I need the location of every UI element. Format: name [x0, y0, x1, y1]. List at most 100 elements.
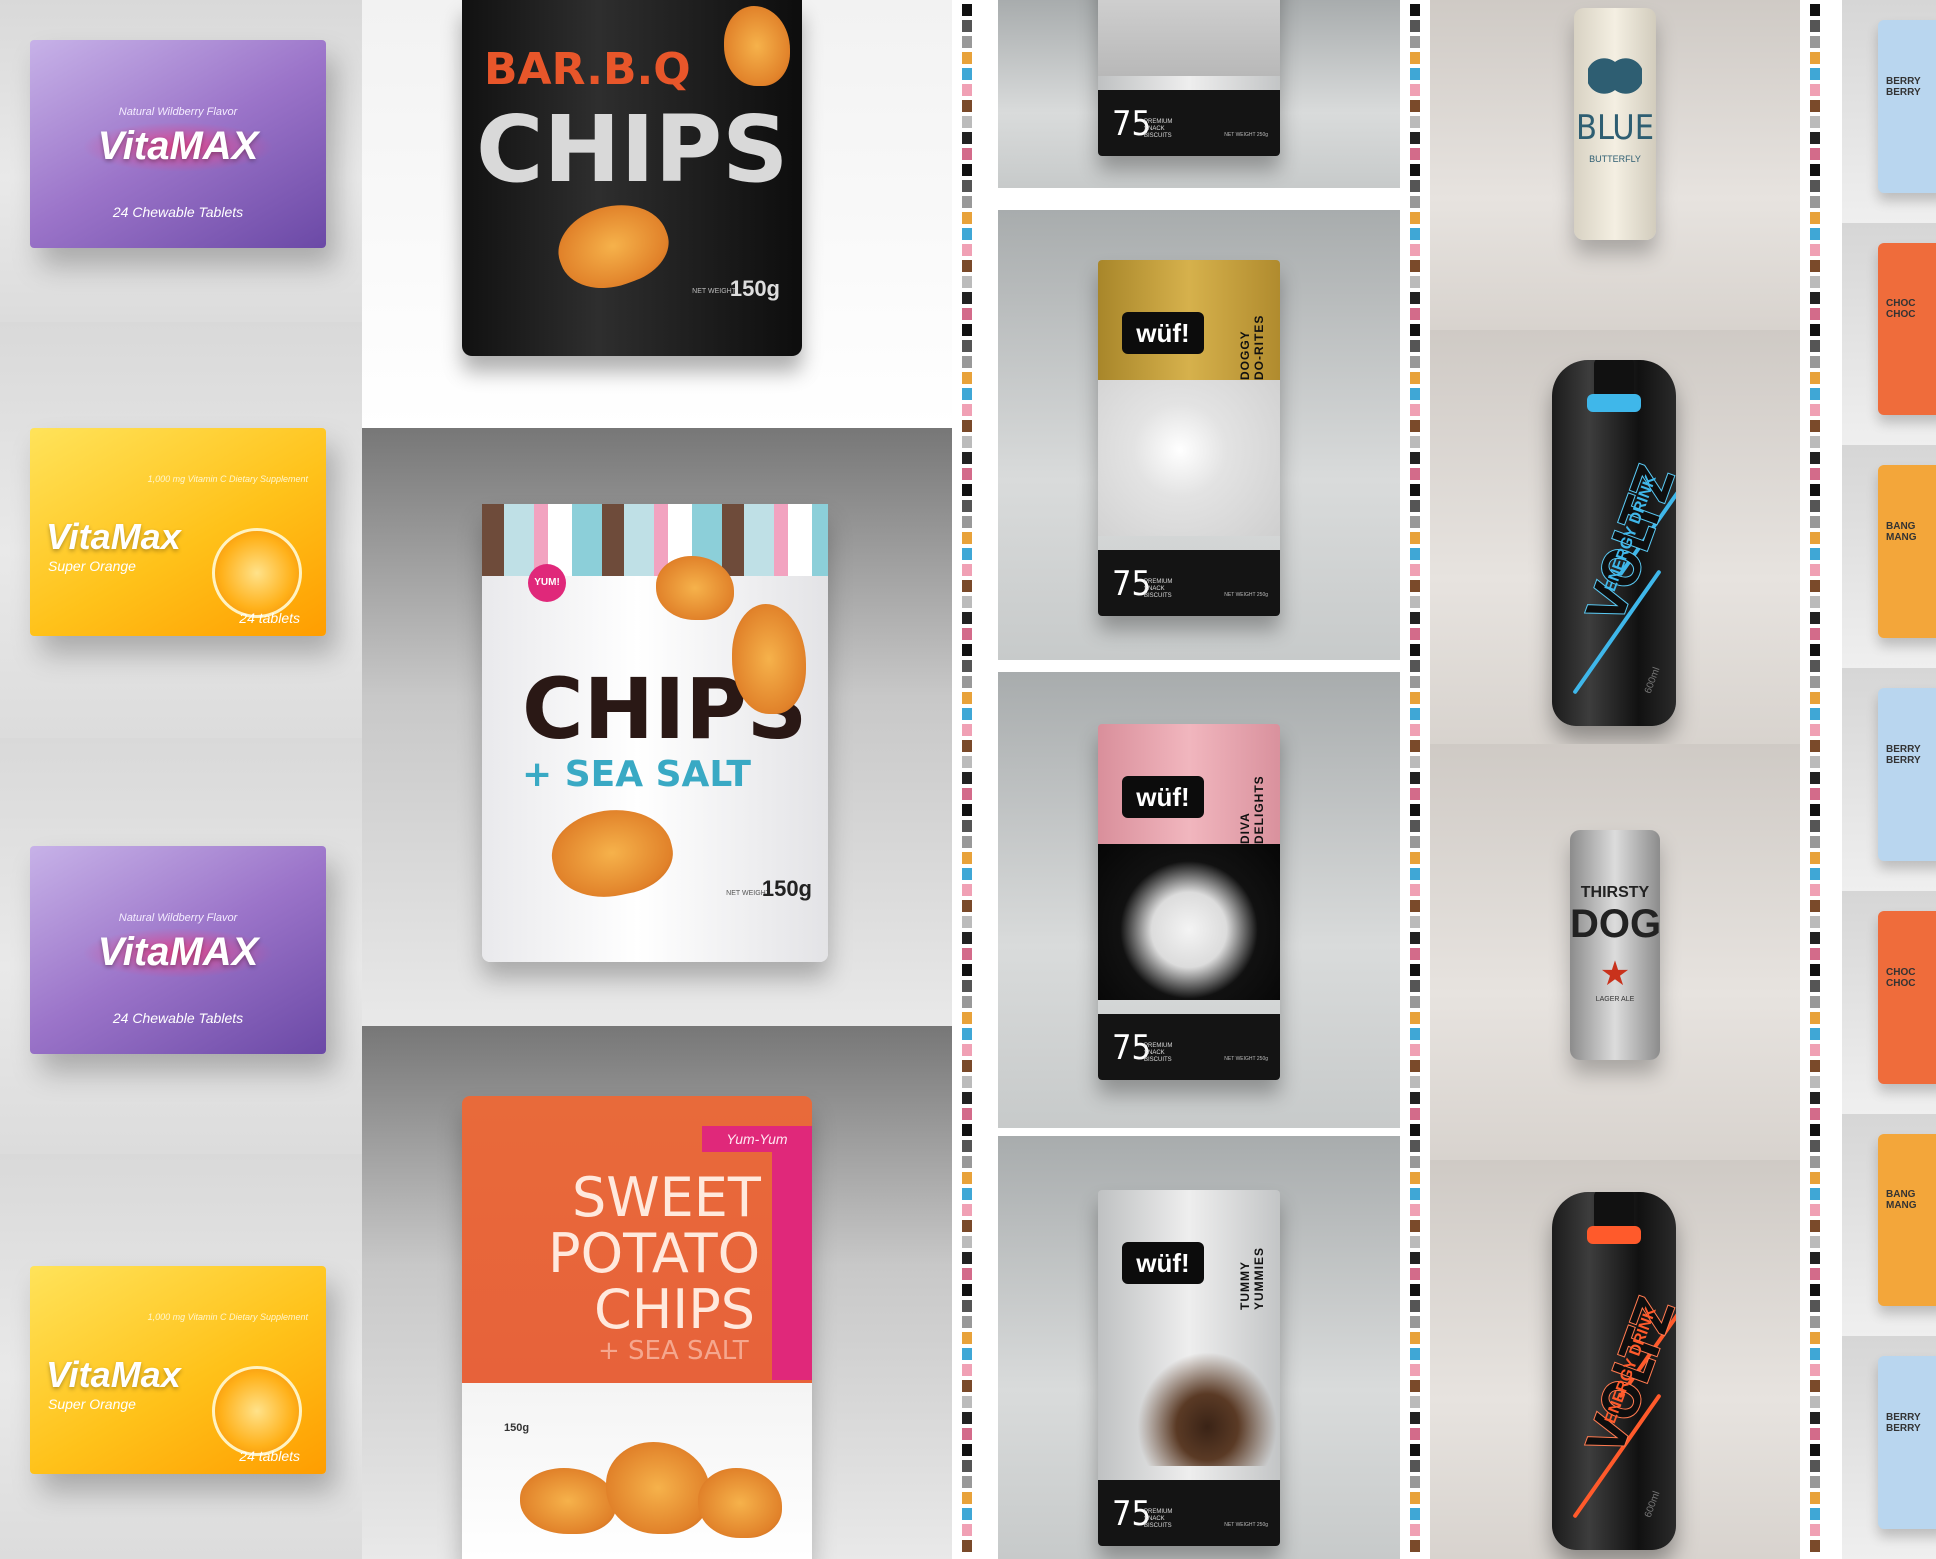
- yum-badge: YUM!: [528, 564, 566, 602]
- color-swatch: [1410, 164, 1420, 176]
- dogfood-bag-gold: wüf! DOGGY DO-RITES 75 PREMIUM SNACK BIS…: [1098, 260, 1280, 616]
- color-swatch: [1810, 852, 1820, 864]
- color-swatch: [1410, 548, 1420, 560]
- color-swatch: [1810, 1268, 1820, 1280]
- color-swatch: [1410, 1348, 1420, 1360]
- color-swatch: [1410, 1044, 1420, 1056]
- snack-label: CHOC CHOC: [1886, 298, 1916, 321]
- color-swatch: [962, 644, 972, 656]
- color-swatch: [1810, 724, 1820, 736]
- color-swatch: [1410, 1140, 1420, 1152]
- drinks-column: BLUE BUTTERFLY VOLTZ ENERGY DRINK 600ml …: [1430, 0, 1800, 1559]
- color-swatch: [1410, 820, 1420, 832]
- color-swatch: [962, 660, 972, 672]
- color-swatch: [962, 132, 972, 144]
- variant-name: DIVA DELIGHTS: [1238, 775, 1266, 844]
- color-swatch: [962, 1380, 972, 1392]
- bag-top: wüf! TUMMY YUMMIES: [1098, 1190, 1280, 1310]
- color-swatch: [1810, 1524, 1820, 1536]
- color-swatch: [1810, 1380, 1820, 1392]
- chips-tile-seasalt: YUM! CHIPS + SEA SALT NET WEIGHT 150g: [362, 428, 952, 1026]
- color-swatch: [962, 836, 972, 848]
- color-swatch: [1410, 852, 1420, 864]
- variant-name: DOGGY DO-RITES: [1238, 314, 1266, 380]
- snack-tile: BERRY BERRY: [1842, 0, 1936, 223]
- can-title: THIRSTY: [1580, 884, 1650, 901]
- color-swatch: [962, 324, 972, 336]
- can-title: BLUE: [1575, 108, 1655, 148]
- color-swatch: [1810, 436, 1820, 448]
- flavor-text: 1,000 mg Vitamin C Dietary Supplement: [147, 1312, 308, 1322]
- dogfood-column: 75 PREMIUM SNACK BISCUITS NET WEIGHT 250…: [982, 0, 1400, 1559]
- color-swatch: [1410, 116, 1420, 128]
- snack-bag: CHOC CHOC: [1878, 242, 1936, 416]
- color-swatch: [962, 1188, 972, 1200]
- color-swatch: [962, 948, 972, 960]
- yum-yum-badge: Yum-Yum: [702, 1126, 812, 1152]
- color-swatch: [962, 1492, 972, 1504]
- color-swatch: [962, 1204, 972, 1216]
- color-swatch: [1410, 196, 1420, 208]
- color-swatch: [962, 1444, 972, 1456]
- color-swatch: [962, 1028, 972, 1040]
- pink-band: [772, 1152, 812, 1380]
- flavor-text: Natural Wildberry Flavor: [118, 106, 238, 118]
- can-subtitle: BUTTERFLY: [1589, 154, 1641, 164]
- color-swatch: [962, 564, 972, 576]
- color-swatch: [1410, 1156, 1420, 1168]
- color-swatch: [962, 996, 972, 1008]
- color-swatch: [1410, 4, 1420, 16]
- color-swatch: [1410, 692, 1420, 704]
- color-swatch: [1410, 948, 1420, 960]
- count-label: PREMIUM SNACK BISCUITS: [1144, 579, 1173, 599]
- color-swatch: [962, 260, 972, 272]
- flavor-text: 1,000 mg Vitamin C Dietary Supplement: [147, 474, 308, 484]
- color-swatch: [1810, 1060, 1820, 1072]
- color-swatch: [1810, 260, 1820, 272]
- color-swatch: [1810, 564, 1820, 576]
- vitamin-box-orange: 1,000 mg Vitamin C Dietary Supplement Vi…: [30, 428, 326, 636]
- color-swatch: [1810, 1300, 1820, 1312]
- color-swatch: [962, 772, 972, 784]
- color-swatch: [962, 228, 972, 240]
- color-swatch: [962, 68, 972, 80]
- color-swatch: [962, 580, 972, 592]
- bag-top: wüf! DOGGY DO-RITES: [1098, 260, 1280, 380]
- color-swatch: [1810, 820, 1820, 832]
- color-swatch: [1810, 1364, 1820, 1376]
- color-swatch: [962, 1012, 972, 1024]
- color-swatch: [1410, 276, 1420, 288]
- color-swatch: [962, 404, 972, 416]
- snack-bag: BANG MANG: [1878, 1133, 1936, 1307]
- color-swatch: [962, 36, 972, 48]
- orange-slice-icon: [212, 1366, 302, 1456]
- dogfood-bag-silver: wüf! TUMMY YUMMIES 75 PREMIUM SNACK BISC…: [1098, 1190, 1280, 1546]
- color-swatch: [1410, 52, 1420, 64]
- color-swatch: [1810, 580, 1820, 592]
- color-swatch: [962, 484, 972, 496]
- color-swatch: [962, 1476, 972, 1488]
- snack-label: BANG MANG: [1886, 521, 1917, 544]
- drink-tile: BLUE BUTTERFLY: [1430, 0, 1800, 330]
- color-swatch: [1410, 660, 1420, 672]
- color-swatch: [1410, 740, 1420, 752]
- bag-base: 75 PREMIUM SNACK BISCUITS NET WEIGHT 250…: [1098, 550, 1280, 616]
- butterfly-icon: [1588, 54, 1642, 98]
- color-swatch: [1410, 1220, 1420, 1232]
- color-swatch: [1810, 212, 1820, 224]
- color-swatch: [1810, 1540, 1820, 1552]
- color-swatch: [1410, 388, 1420, 400]
- color-swatch: [1410, 228, 1420, 240]
- color-swatch: [962, 116, 972, 128]
- chip-image: [544, 798, 680, 908]
- color-swatch: [1810, 196, 1820, 208]
- color-swatch: [1810, 916, 1820, 928]
- color-swatch: [1810, 1220, 1820, 1232]
- color-swatch: [1410, 1316, 1420, 1328]
- color-swatch: [1810, 68, 1820, 80]
- color-swatch: [1410, 260, 1420, 272]
- color-swatch: [1810, 1284, 1820, 1296]
- can-title: DOG: [1570, 902, 1662, 946]
- poodle-photo: [1098, 844, 1280, 1000]
- color-swatch: [962, 756, 972, 768]
